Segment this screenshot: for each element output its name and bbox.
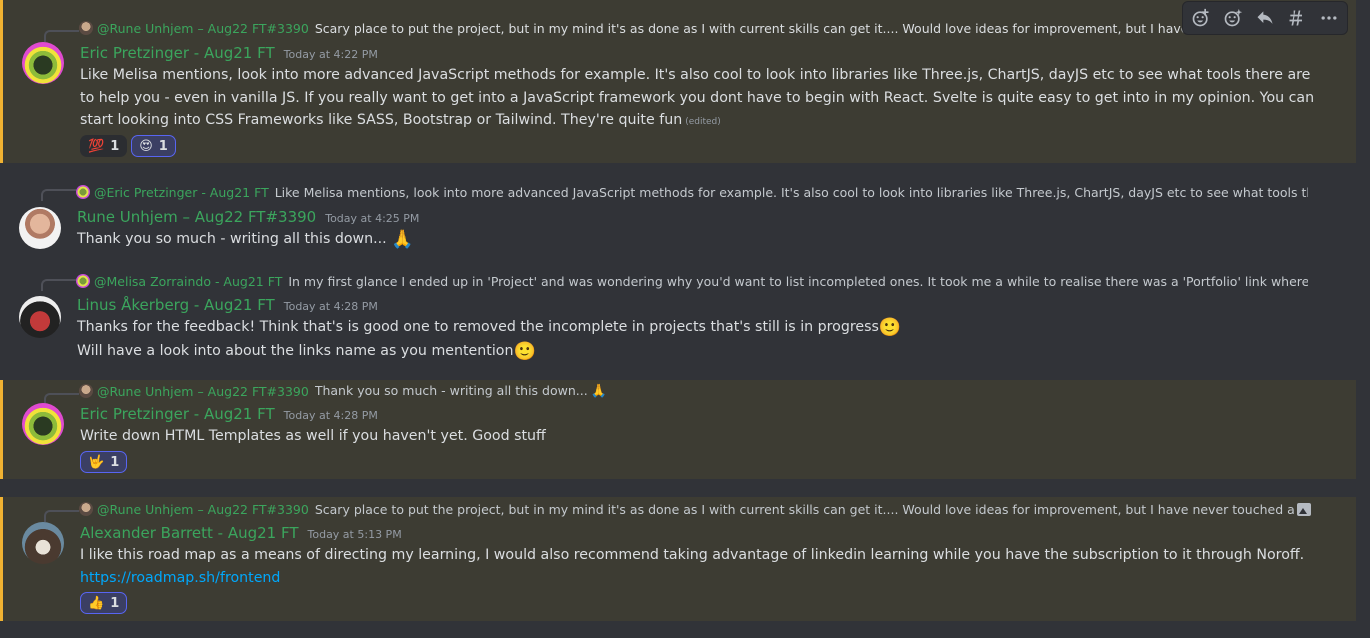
reply-author[interactable]: @Rune Unhjem – Aug22 FT#3390	[97, 502, 309, 517]
message-content: Thanks for the feedback! Think that's is…	[77, 316, 1312, 363]
reply-avatar	[76, 185, 90, 199]
add-reaction-button[interactable]	[1185, 3, 1217, 33]
message-text: I like this road map as a means of direc…	[80, 547, 1305, 563]
reaction-love-you-gesture[interactable]: 🤟 1	[80, 451, 128, 473]
username[interactable]: Alexander Barrett - Aug21 FT	[80, 524, 299, 542]
reply-button[interactable]	[1249, 3, 1281, 33]
timestamp[interactable]: Today at 4:28 PM	[284, 409, 378, 422]
reaction-emoji: 👍	[88, 595, 105, 611]
timestamp[interactable]: Today at 4:25 PM	[325, 212, 419, 225]
reply-text[interactable]: Like Melisa mentions, look into more adv…	[275, 185, 1308, 200]
pray-emoji: 🙏	[391, 229, 414, 250]
reply-avatar	[76, 274, 90, 288]
reply-avatar	[79, 21, 93, 35]
reply-spine	[41, 189, 76, 201]
more-options-button[interactable]	[1313, 3, 1345, 33]
reply-spine	[44, 510, 79, 522]
reply-text[interactable]: Thank you so much - writing all this dow…	[315, 383, 1311, 399]
message-line-2: Will have a look into about the links na…	[77, 342, 514, 359]
reaction-100[interactable]: 💯 1	[80, 135, 128, 157]
reaction-emoji: 😍	[139, 138, 153, 154]
avatar[interactable]	[22, 403, 64, 445]
avatar[interactable]	[22, 522, 64, 564]
edited-label: (edited)	[685, 117, 721, 127]
super-reaction-button[interactable]	[1217, 3, 1249, 33]
reply-text[interactable]: In my first glance I ended up in 'Projec…	[288, 274, 1308, 289]
reactions: 👍 1	[80, 592, 128, 614]
reaction-emoji: 💯	[88, 138, 105, 154]
ellipsis-icon	[1321, 16, 1337, 20]
username[interactable]: Eric Pretzinger - Aug21 FT	[80, 44, 275, 62]
message-text: Thank you so much - writing all this dow…	[77, 231, 387, 247]
reply-author[interactable]: @Rune Unhjem – Aug22 FT#3390	[97, 21, 309, 36]
message-eric-1[interactable]: @Rune Unhjem – Aug22 FT#3390 Scary place…	[0, 0, 1356, 163]
avatar[interactable]	[22, 42, 64, 84]
reply-text[interactable]: Scary place to put the project, but in m…	[315, 21, 1295, 36]
chat-messages: @Rune Unhjem – Aug22 FT#3390 Scary place…	[0, 0, 1370, 638]
reply-preview[interactable]: @Eric Pretzinger - Aug21 FT Like Melisa …	[76, 183, 1308, 201]
reply-spine	[41, 279, 76, 291]
message-toolbar	[1182, 1, 1348, 35]
image-icon	[1297, 502, 1311, 516]
smile-emoji: 🙂	[513, 340, 536, 362]
create-thread-button[interactable]	[1281, 3, 1313, 33]
message-content: Like Melisa mentions, look into more adv…	[80, 64, 1315, 134]
message-content: Write down HTML Templates as well if you…	[80, 425, 1315, 448]
timestamp[interactable]: Today at 5:13 PM	[308, 528, 402, 541]
message-header: Rune Unhjem – Aug22 FT#3390 Today at 4:2…	[77, 208, 419, 226]
username[interactable]: Linus Åkerberg - Aug21 FT	[77, 296, 275, 314]
timestamp[interactable]: Today at 4:28 PM	[284, 300, 378, 313]
timestamp[interactable]: Today at 4:22 PM	[284, 48, 378, 61]
emoji-add-icon	[1192, 8, 1209, 27]
reply-avatar	[79, 384, 93, 398]
thread-hash-icon	[1289, 10, 1302, 26]
reply-preview[interactable]: @Rune Unhjem – Aug22 FT#3390 Thank you s…	[79, 382, 1311, 400]
username[interactable]: Rune Unhjem – Aug22 FT#3390	[77, 208, 316, 226]
reactions: 💯 1 😍 1	[80, 135, 176, 157]
avatar[interactable]	[19, 296, 61, 338]
message-content: Thank you so much - writing all this dow…	[77, 228, 1312, 252]
reaction-count: 1	[158, 138, 168, 154]
reply-preview[interactable]: @Rune Unhjem – Aug22 FT#3390 Scary place…	[79, 19, 1311, 37]
message-content: I like this road map as a means of direc…	[80, 544, 1315, 589]
reply-avatar	[79, 502, 93, 516]
username[interactable]: Eric Pretzinger - Aug21 FT	[80, 405, 275, 423]
message-text: Write down HTML Templates as well if you…	[80, 428, 546, 444]
message-alexander[interactable]: @Rune Unhjem – Aug22 FT#3390 Scary place…	[0, 497, 1356, 621]
reaction-count: 1	[110, 595, 120, 611]
reaction-count: 1	[110, 454, 120, 470]
reply-preview[interactable]: @Rune Unhjem – Aug22 FT#3390 Scary place…	[79, 500, 1311, 518]
reply-author[interactable]: @Eric Pretzinger - Aug21 FT	[94, 185, 269, 200]
message-rune[interactable]: @Eric Pretzinger - Aug21 FT Like Melisa …	[0, 176, 1356, 258]
message-header: Alexander Barrett - Aug21 FT Today at 5:…	[80, 524, 402, 542]
message-line-1: Thanks for the feedback! Think that's is…	[77, 319, 879, 335]
reply-text-content: Thank you so much - writing all this dow…	[314, 383, 588, 398]
reply-text[interactable]: Scary place to put the project, but in m…	[315, 502, 1295, 517]
pray-emoji: 🙏	[590, 384, 607, 399]
message-eric-2[interactable]: @Rune Unhjem – Aug22 FT#3390 Thank you s…	[0, 380, 1356, 479]
reply-arrow-icon	[1257, 11, 1273, 24]
message-linus[interactable]: @Melisa Zorraindo - Aug21 FT In my first…	[0, 266, 1356, 370]
reaction-emoji: 🤟	[88, 454, 105, 470]
reaction-count: 1	[110, 138, 120, 154]
reaction-heart-eyes[interactable]: 😍 1	[131, 135, 176, 157]
message-header: Eric Pretzinger - Aug21 FT Today at 4:22…	[80, 44, 378, 62]
reply-spine	[44, 30, 79, 42]
message-header: Linus Åkerberg - Aug21 FT Today at 4:28 …	[77, 296, 378, 314]
super-reaction-icon	[1224, 8, 1243, 27]
reply-author[interactable]: @Rune Unhjem – Aug22 FT#3390	[97, 384, 309, 399]
reply-author[interactable]: @Melisa Zorraindo - Aug21 FT	[94, 274, 282, 289]
smile-emoji: 🙂	[878, 317, 902, 338]
message-header: Eric Pretzinger - Aug21 FT Today at 4:28…	[80, 405, 378, 423]
reply-preview[interactable]: @Melisa Zorraindo - Aug21 FT In my first…	[76, 272, 1308, 290]
reactions: 🤟 1	[80, 451, 128, 473]
reaction-thumbs-up[interactable]: 👍 1	[80, 592, 128, 614]
roadmap-link[interactable]: https://roadmap.sh/frontend	[80, 570, 280, 586]
avatar[interactable]	[19, 207, 61, 249]
